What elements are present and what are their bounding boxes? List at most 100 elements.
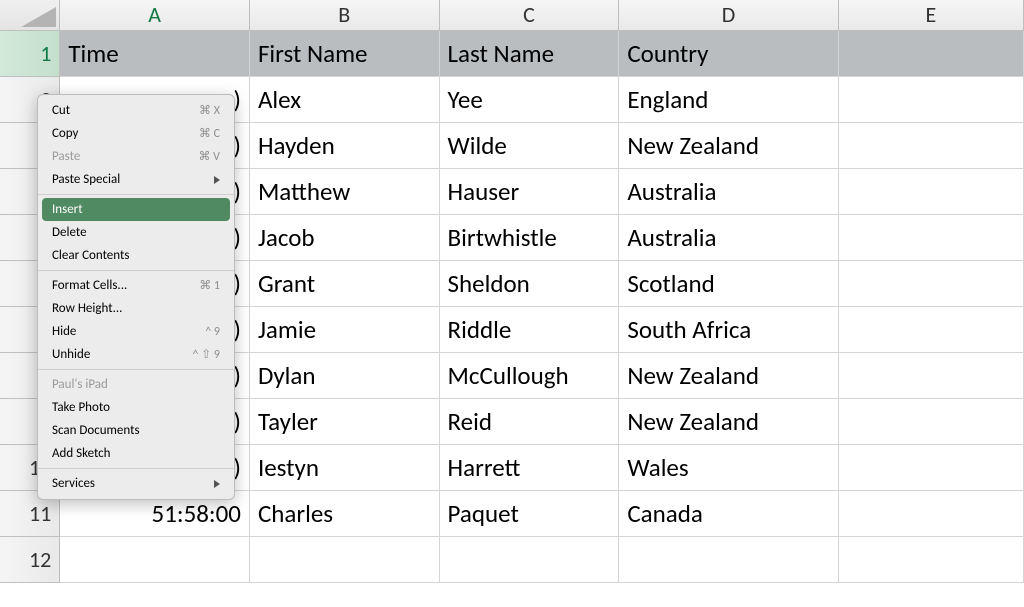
cell-b3[interactable]: Hayden — [249, 123, 439, 169]
menu-format-cells[interactable]: Format Cells... ⌘ 1 — [38, 274, 234, 297]
cell-b4[interactable]: Matthew — [249, 169, 439, 215]
cell-e8[interactable] — [838, 353, 1023, 399]
menu-unhide-label: Unhide — [52, 347, 90, 362]
data-header-row: 1 Time First Name Last Name Country — [0, 31, 1024, 77]
cell-b12[interactable] — [249, 537, 439, 583]
col-header-d[interactable]: D — [619, 0, 838, 31]
menu-take-photo-label: Take Photo — [52, 400, 110, 415]
cell-e11[interactable] — [838, 491, 1023, 537]
cell-c4[interactable]: Hauser — [439, 169, 619, 215]
cell-c12[interactable] — [439, 537, 619, 583]
col-header-a[interactable]: A — [60, 0, 250, 31]
menu-paste: Paste ⌘ V — [38, 145, 234, 168]
menu-row-height-label: Row Height... — [52, 301, 122, 316]
chevron-right-icon — [214, 176, 220, 184]
row-header-12[interactable]: 12 — [0, 537, 60, 583]
cell-c8[interactable]: McCullough — [439, 353, 619, 399]
cell-d7[interactable]: South Africa — [619, 307, 838, 353]
menu-services[interactable]: Services — [38, 472, 234, 495]
menu-delete[interactable]: Delete — [38, 221, 234, 244]
cell-a1[interactable]: Time — [60, 31, 250, 77]
menu-separator — [38, 369, 234, 370]
cell-b1[interactable]: First Name — [249, 31, 439, 77]
cell-b9[interactable]: Tayler — [249, 399, 439, 445]
menu-separator — [38, 468, 234, 469]
context-menu: Cut ⌘ X Copy ⌘ C Paste ⌘ V Paste Special… — [37, 94, 235, 500]
cell-e3[interactable] — [838, 123, 1023, 169]
column-header-row: A B C D E — [0, 0, 1024, 31]
menu-paste-special[interactable]: Paste Special — [38, 168, 234, 191]
menu-insert-label: Insert — [52, 202, 83, 217]
table-row: 12 — [0, 537, 1024, 583]
cell-c5[interactable]: Birtwhistle — [439, 215, 619, 261]
cell-c7[interactable]: Riddle — [439, 307, 619, 353]
cell-c1[interactable]: Last Name — [439, 31, 619, 77]
chevron-right-icon — [214, 480, 220, 488]
menu-scan-docs-label: Scan Documents — [52, 423, 140, 438]
cell-a12[interactable] — [60, 537, 250, 583]
cell-c2[interactable]: Yee — [439, 77, 619, 123]
menu-separator — [38, 194, 234, 195]
cell-d4[interactable]: Australia — [619, 169, 838, 215]
menu-insert[interactable]: Insert — [42, 198, 230, 221]
cell-b7[interactable]: Jamie — [249, 307, 439, 353]
menu-clear-contents[interactable]: Clear Contents — [38, 244, 234, 267]
menu-paste-shortcut: ⌘ V — [198, 149, 220, 164]
cell-c9[interactable]: Reid — [439, 399, 619, 445]
cell-d3[interactable]: New Zealand — [619, 123, 838, 169]
menu-delete-label: Delete — [52, 225, 87, 240]
cell-c3[interactable]: Wilde — [439, 123, 619, 169]
menu-ipad-label: Paul's iPad — [52, 377, 108, 392]
cell-e9[interactable] — [838, 399, 1023, 445]
menu-row-height[interactable]: Row Height... — [38, 297, 234, 320]
menu-format-shortcut: ⌘ 1 — [199, 278, 220, 293]
col-header-c[interactable]: C — [439, 0, 619, 31]
select-all-corner[interactable] — [0, 0, 60, 31]
menu-unhide[interactable]: Unhide ^ ⇧ 9 — [38, 343, 234, 366]
cell-d6[interactable]: Scotland — [619, 261, 838, 307]
cell-d2[interactable]: England — [619, 77, 838, 123]
menu-paste-special-label: Paste Special — [52, 172, 120, 187]
menu-hide-shortcut: ^ 9 — [205, 325, 220, 339]
cell-c11[interactable]: Paquet — [439, 491, 619, 537]
cell-b5[interactable]: Jacob — [249, 215, 439, 261]
cell-b8[interactable]: Dylan — [249, 353, 439, 399]
menu-ipad-heading: Paul's iPad — [38, 373, 234, 396]
col-header-b[interactable]: B — [249, 0, 439, 31]
cell-e4[interactable] — [838, 169, 1023, 215]
menu-copy-label: Copy — [52, 126, 78, 141]
cell-b6[interactable]: Grant — [249, 261, 439, 307]
cell-d11[interactable]: Canada — [619, 491, 838, 537]
menu-add-sketch[interactable]: Add Sketch — [38, 442, 234, 465]
cell-b11[interactable]: Charles — [249, 491, 439, 537]
menu-cut[interactable]: Cut ⌘ X — [38, 99, 234, 122]
cell-d12[interactable] — [619, 537, 838, 583]
menu-format-label: Format Cells... — [52, 278, 127, 293]
cell-e12[interactable] — [838, 537, 1023, 583]
cell-b10[interactable]: Iestyn — [249, 445, 439, 491]
cell-d5[interactable]: Australia — [619, 215, 838, 261]
cell-e2[interactable] — [838, 77, 1023, 123]
col-header-e[interactable]: E — [838, 0, 1023, 31]
cell-c10[interactable]: Harrett — [439, 445, 619, 491]
menu-hide[interactable]: Hide ^ 9 — [38, 320, 234, 343]
cell-e10[interactable] — [838, 445, 1023, 491]
cell-d10[interactable]: Wales — [619, 445, 838, 491]
cell-e5[interactable] — [838, 215, 1023, 261]
cell-d1[interactable]: Country — [619, 31, 838, 77]
cell-e1[interactable] — [838, 31, 1023, 77]
cell-b2[interactable]: Alex — [249, 77, 439, 123]
menu-clear-label: Clear Contents — [52, 248, 129, 263]
row-header-1[interactable]: 1 — [0, 31, 60, 77]
cell-c6[interactable]: Sheldon — [439, 261, 619, 307]
menu-cut-label: Cut — [52, 103, 70, 118]
cell-d9[interactable]: New Zealand — [619, 399, 838, 445]
menu-hide-label: Hide — [52, 324, 76, 339]
menu-add-sketch-label: Add Sketch — [52, 446, 111, 461]
menu-copy[interactable]: Copy ⌘ C — [38, 122, 234, 145]
menu-scan-documents[interactable]: Scan Documents — [38, 419, 234, 442]
menu-take-photo[interactable]: Take Photo — [38, 396, 234, 419]
cell-e7[interactable] — [838, 307, 1023, 353]
cell-e6[interactable] — [838, 261, 1023, 307]
cell-d8[interactable]: New Zealand — [619, 353, 838, 399]
